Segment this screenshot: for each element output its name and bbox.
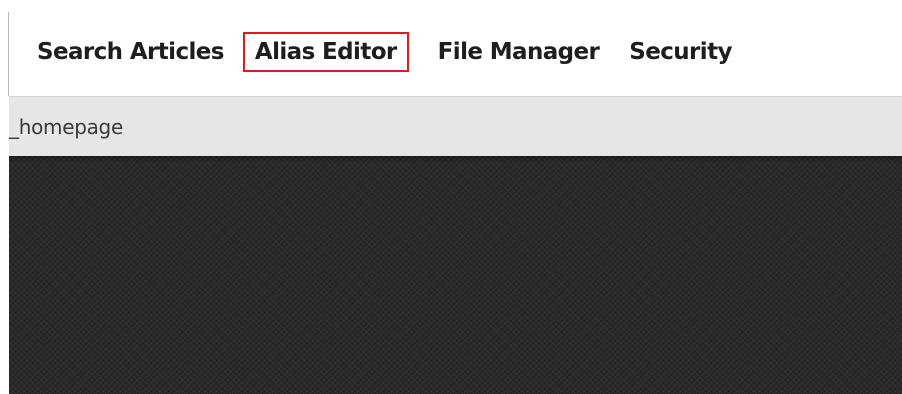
current-path-label: _homepage (9, 114, 123, 139)
content-area-shadow (9, 156, 902, 162)
nav-security[interactable]: Security (629, 39, 732, 65)
app-frame: Search Articles Alias Editor File Manage… (0, 0, 902, 394)
content-area (9, 156, 902, 394)
path-bar: _homepage (9, 96, 902, 156)
nav-search-articles[interactable]: Search Articles (37, 39, 224, 65)
nav-alias-editor[interactable]: Alias Editor (242, 32, 409, 72)
top-navigation: Search Articles Alias Editor File Manage… (9, 12, 902, 92)
nav-file-manager[interactable]: File Manager (438, 39, 600, 65)
